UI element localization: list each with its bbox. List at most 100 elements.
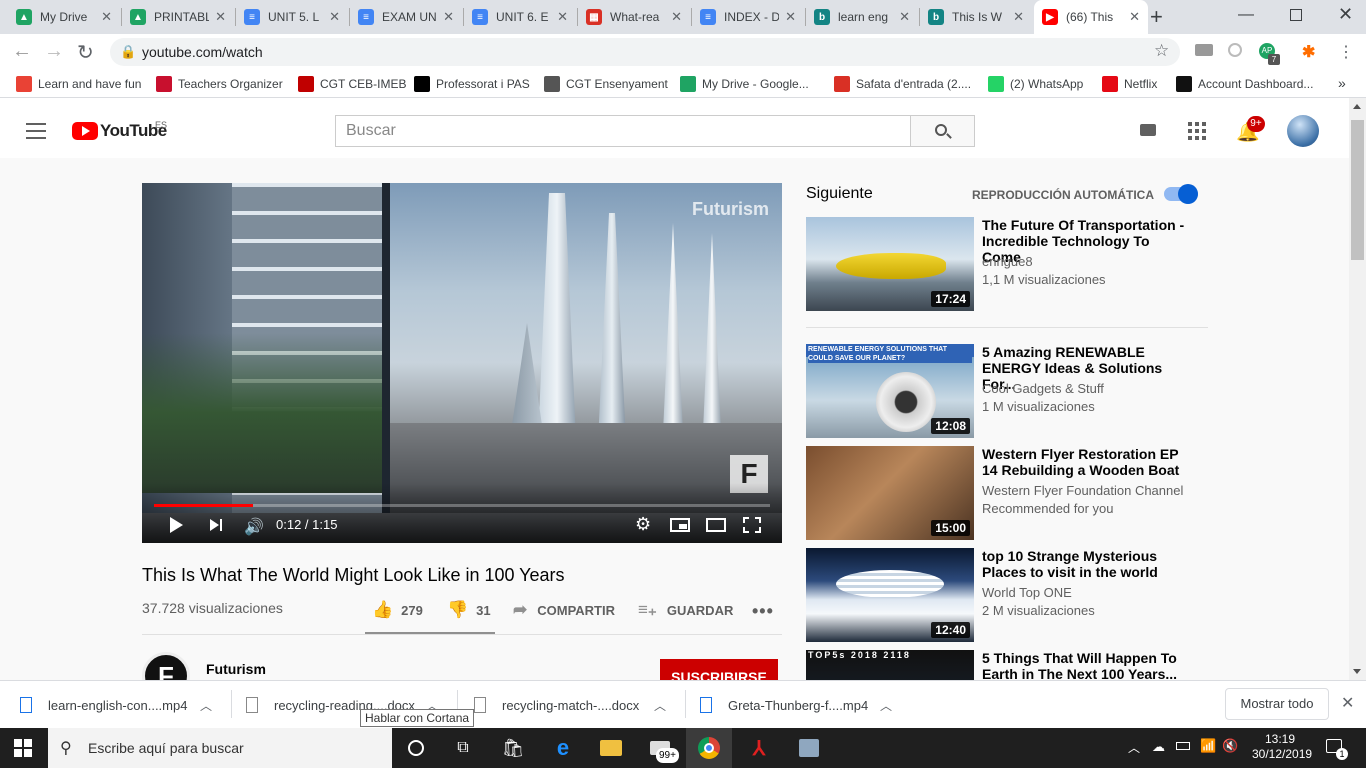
file-explorer-icon[interactable] [588, 728, 634, 768]
theater-mode-icon[interactable] [706, 518, 726, 532]
tab-close-icon[interactable]: ✕ [1013, 9, 1024, 25]
cortana-icon[interactable] [393, 728, 439, 768]
channel-name[interactable]: Futurism [206, 661, 266, 677]
play-icon[interactable] [170, 517, 183, 533]
download-item[interactable]: learn-english-con....mp4 ︿ [20, 681, 226, 729]
tab-6[interactable]: ▦ What-rea ✕ [578, 0, 690, 34]
volume-icon[interactable]: 🔊 [244, 517, 264, 537]
tab-close-icon[interactable]: ✕ [443, 9, 454, 25]
video-thumbnail[interactable]: 15:00 [806, 446, 974, 540]
chrome-taskbar-icon[interactable] [686, 728, 732, 768]
bookmark-3[interactable]: CGT CEB-IMEB [298, 70, 406, 98]
recommendation-channel[interactable]: Cool Gadgets & Stuff [982, 381, 1104, 396]
recommendation-card[interactable]: TOP5s 2018 2118 5 Things That Will Happen… [806, 650, 1216, 680]
reload-icon[interactable]: ↻ [77, 40, 94, 65]
bookmarks-more[interactable]: » [1338, 75, 1346, 91]
settings-gear-icon[interactable]: ⚙ [635, 514, 651, 535]
speaker-muted-icon[interactable]: 🔇 [1222, 738, 1238, 754]
wifi-icon[interactable]: 📶 [1200, 738, 1216, 754]
minimize-icon[interactable]: — [1238, 6, 1254, 24]
bookmark-5[interactable]: CGT Ensenyament [544, 70, 668, 98]
menu-dots-icon[interactable]: ⋮ [1338, 42, 1354, 62]
tab-close-icon[interactable]: ✕ [101, 9, 112, 25]
tab-8[interactable]: b learn eng ✕ [806, 0, 918, 34]
tab-7[interactable]: ≡ INDEX - D ✕ [692, 0, 804, 34]
clock[interactable]: 13:19 30/12/2019 [1252, 732, 1312, 762]
acrobat-icon[interactable]: ⅄ [736, 728, 782, 768]
tab-2[interactable]: ▲ PRINTABL ✕ [122, 0, 234, 34]
bookmark-star-icon[interactable]: ☆ [1154, 41, 1169, 61]
autoplay-toggle[interactable] [1164, 184, 1198, 204]
tab-close-icon[interactable]: ✕ [215, 9, 226, 25]
recommendation-card[interactable]: 15:00 Western Flyer Restoration EP 14 Reb… [806, 446, 1216, 540]
tab-close-icon[interactable]: ✕ [329, 9, 340, 25]
tray-expand-icon[interactable]: ︿ [1128, 739, 1140, 756]
bookmark-6[interactable]: My Drive - Google... [680, 70, 809, 98]
close-window-icon[interactable]: ✕ [1338, 4, 1353, 25]
taskbar-search-input[interactable]: Escribe aquí para buscar [88, 740, 244, 756]
video-thumbnail[interactable]: 12:40 [806, 548, 974, 642]
video-thumbnail[interactable]: TOP5s 2018 2118 [806, 650, 974, 680]
like-button[interactable]: 👍 279 [372, 600, 423, 620]
tab-1[interactable]: ▲ My Drive ✕ [8, 0, 120, 34]
chevron-up-icon[interactable]: ︿ [880, 697, 892, 714]
bookmark-9[interactable]: Netflix [1102, 70, 1157, 98]
chevron-up-icon[interactable]: ︿ [654, 697, 666, 714]
tab-close-icon[interactable]: ✕ [785, 9, 796, 25]
create-video-icon[interactable] [1140, 124, 1156, 136]
recommendation-channel[interactable]: Western Flyer Foundation Channel [982, 483, 1183, 498]
recommendation-card[interactable]: RENEWABLE ENERGY SOLUTIONS THAT COULD SA… [806, 344, 1216, 438]
onedrive-icon[interactable]: ☁ [1152, 739, 1165, 755]
save-button[interactable]: ≡₊ GUARDAR [638, 600, 733, 620]
tab-4[interactable]: ≡ EXAM UN ✕ [350, 0, 462, 34]
extension-icon[interactable] [1228, 43, 1242, 57]
bookmark-10[interactable]: Account Dashboard... [1176, 70, 1313, 98]
tab-close-icon[interactable]: ✕ [557, 9, 568, 25]
battery-icon[interactable] [1176, 742, 1190, 750]
avast-icon[interactable]: ✱ [1302, 42, 1315, 62]
url-text[interactable]: youtube.com/watch [142, 44, 263, 60]
apps-grid-icon[interactable] [1188, 122, 1206, 140]
tab-close-icon[interactable]: ✕ [1129, 9, 1140, 25]
show-all-downloads-button[interactable]: Mostrar todo [1225, 688, 1329, 720]
recommendation-channel[interactable]: enrigue8 [982, 254, 1033, 269]
more-actions-icon[interactable]: ••• [752, 601, 774, 622]
dislike-button[interactable]: 👎 31 [447, 600, 491, 620]
download-item[interactable]: Greta-Thunberg-f....mp4 ︿ [700, 681, 906, 729]
fullscreen-icon[interactable] [743, 517, 761, 533]
tab-10[interactable]: ▶ (66) This ✕ [1034, 0, 1148, 34]
search-input[interactable]: Buscar [335, 115, 911, 147]
video-thumbnail[interactable]: RENEWABLE ENERGY SOLUTIONS THAT COULD SA… [806, 344, 974, 438]
bookmark-4[interactable]: Professorat i PAS [414, 70, 530, 98]
share-button[interactable]: ➦ COMPARTIR [513, 600, 615, 620]
video-thumbnail[interactable]: 17:24 [806, 217, 974, 311]
network-app-icon[interactable] [786, 728, 832, 768]
edge-icon[interactable]: e [540, 728, 586, 768]
tab-3[interactable]: ≡ UNIT 5. L ✕ [236, 0, 348, 34]
recommendation-card[interactable]: 12:40 top 10 Strange Mysterious Places to… [806, 548, 1216, 642]
task-view-icon[interactable]: ⧉ [440, 728, 486, 768]
recommendation-title[interactable]: top 10 Strange Mysterious Places to visi… [982, 548, 1192, 580]
store-icon[interactable]: 🛍 [490, 728, 536, 768]
recommendation-title[interactable]: 5 Things That Will Happen To Earth in Th… [982, 650, 1192, 680]
tab-5[interactable]: ≡ UNIT 6. E ✕ [464, 0, 576, 34]
miniplayer-icon[interactable] [670, 518, 690, 532]
recommendation-card[interactable]: 17:24 The Future Of Transportation - Incr… [806, 217, 1216, 311]
camera-icon[interactable] [1195, 44, 1213, 56]
close-downloads-icon[interactable]: ✕ [1341, 693, 1354, 713]
next-icon[interactable] [210, 519, 219, 531]
page-scrollbar[interactable] [1349, 98, 1366, 680]
hamburger-menu-icon[interactable] [26, 123, 46, 139]
bookmark-7[interactable]: Safata d'entrada (2.... [834, 70, 971, 98]
recommendation-title[interactable]: Western Flyer Restoration EP 14 Rebuildi… [982, 446, 1192, 478]
tab-close-icon[interactable]: ✕ [671, 9, 682, 25]
youtube-logo-icon[interactable] [72, 122, 98, 140]
windows-start-icon[interactable] [0, 728, 46, 768]
bookmark-1[interactable]: Learn and have fun [16, 70, 141, 98]
progress-track[interactable] [154, 504, 770, 507]
forward-icon[interactable]: → [44, 40, 64, 63]
download-item[interactable]: recycling-match-....docx ︿ [474, 681, 680, 729]
new-tab-icon[interactable]: + [1150, 4, 1163, 30]
back-icon[interactable]: ← [12, 40, 32, 63]
tab-close-icon[interactable]: ✕ [899, 9, 910, 25]
